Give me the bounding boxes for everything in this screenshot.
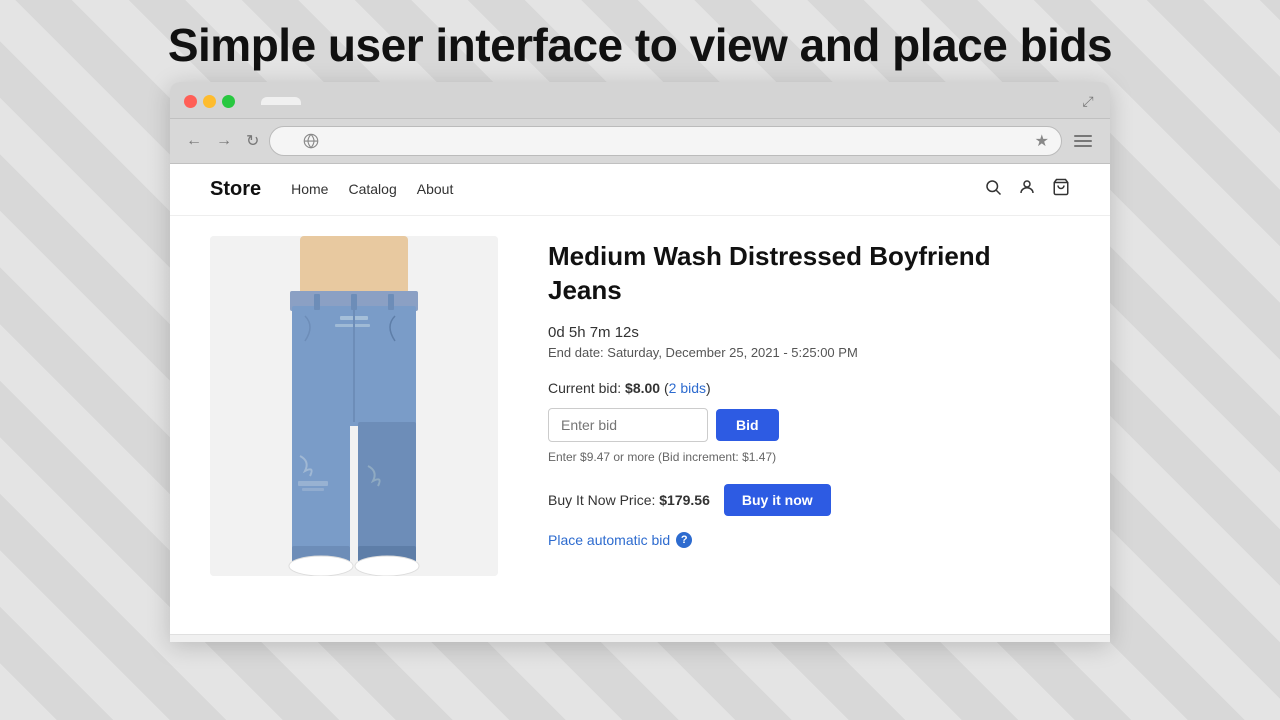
current-bid: Current bid: $8.00 (2 bids): [548, 380, 1070, 396]
auto-bid-link[interactable]: Place automatic bid ?: [548, 532, 1070, 548]
auto-bid-label: Place automatic bid: [548, 532, 670, 548]
expand-icon[interactable]: [1080, 93, 1096, 109]
headline: Simple user interface to view and place …: [0, 0, 1280, 82]
menu-line: [1074, 135, 1092, 137]
address-bar[interactable]: ★: [269, 126, 1062, 156]
bookmark-button[interactable]: ★: [1035, 131, 1049, 151]
reload-button[interactable]: ↻: [242, 129, 263, 153]
browser-menu-button[interactable]: [1068, 131, 1098, 151]
account-icon: [1018, 178, 1036, 196]
active-tab[interactable]: [261, 97, 301, 105]
product-section: Medium Wash Distressed Boyfriend Jeans 0…: [170, 216, 1110, 596]
search-icon: [984, 178, 1002, 196]
product-image-svg: [210, 236, 498, 576]
store-navbar: Store Home Catalog About: [170, 164, 1110, 216]
current-bid-amount: $8.00: [625, 380, 660, 396]
nav-catalog[interactable]: Catalog: [348, 181, 396, 197]
nav-about[interactable]: About: [417, 181, 454, 197]
product-title: Medium Wash Distressed Boyfriend Jeans: [548, 240, 1070, 308]
end-date: End date: Saturday, December 25, 2021 - …: [548, 345, 1070, 360]
browser-content: Store Home Catalog About: [170, 164, 1110, 634]
buy-now-row: Buy It Now Price: $179.56 Buy it now: [548, 484, 1070, 516]
menu-line: [1074, 140, 1092, 142]
buy-now-price: $179.56: [659, 492, 710, 508]
current-bid-label: Current bid:: [548, 380, 621, 396]
globe-icon: [302, 132, 320, 150]
help-icon: ?: [676, 532, 692, 548]
account-button[interactable]: [1018, 178, 1036, 201]
nav-links: Home Catalog About: [291, 181, 453, 199]
tab-area: [261, 92, 1070, 110]
scrollbar[interactable]: [170, 634, 1110, 642]
nav-icons: [984, 178, 1070, 201]
product-details: Medium Wash Distressed Boyfriend Jeans 0…: [548, 236, 1070, 576]
bid-row: Bid: [548, 408, 1070, 442]
bid-input[interactable]: [548, 408, 708, 442]
buy-now-label: Buy It Now Price: $179.56: [548, 492, 710, 508]
product-image: [210, 236, 498, 576]
traffic-lights: [184, 95, 235, 108]
bid-button[interactable]: Bid: [716, 409, 779, 441]
forward-button[interactable]: →: [212, 130, 236, 152]
nav-home[interactable]: Home: [291, 181, 328, 197]
fullscreen-button[interactable]: [222, 95, 235, 108]
auto-bid-row: Place automatic bid ?: [548, 532, 1070, 548]
bid-count-link[interactable]: 2 bids: [669, 380, 706, 396]
cart-button[interactable]: [1052, 178, 1070, 201]
search-button[interactable]: [984, 178, 1002, 201]
bid-hint: Enter $9.47 or more (Bid increment: $1.4…: [548, 450, 1070, 464]
close-button[interactable]: [184, 95, 197, 108]
menu-line: [1074, 145, 1092, 147]
minimize-button[interactable]: [203, 95, 216, 108]
auction-timer: 0d 5h 7m 12s: [548, 324, 1070, 341]
store-logo: Store: [210, 178, 261, 201]
cart-icon: [1052, 178, 1070, 196]
back-button[interactable]: ←: [182, 130, 206, 152]
buy-now-button[interactable]: Buy it now: [724, 484, 831, 516]
